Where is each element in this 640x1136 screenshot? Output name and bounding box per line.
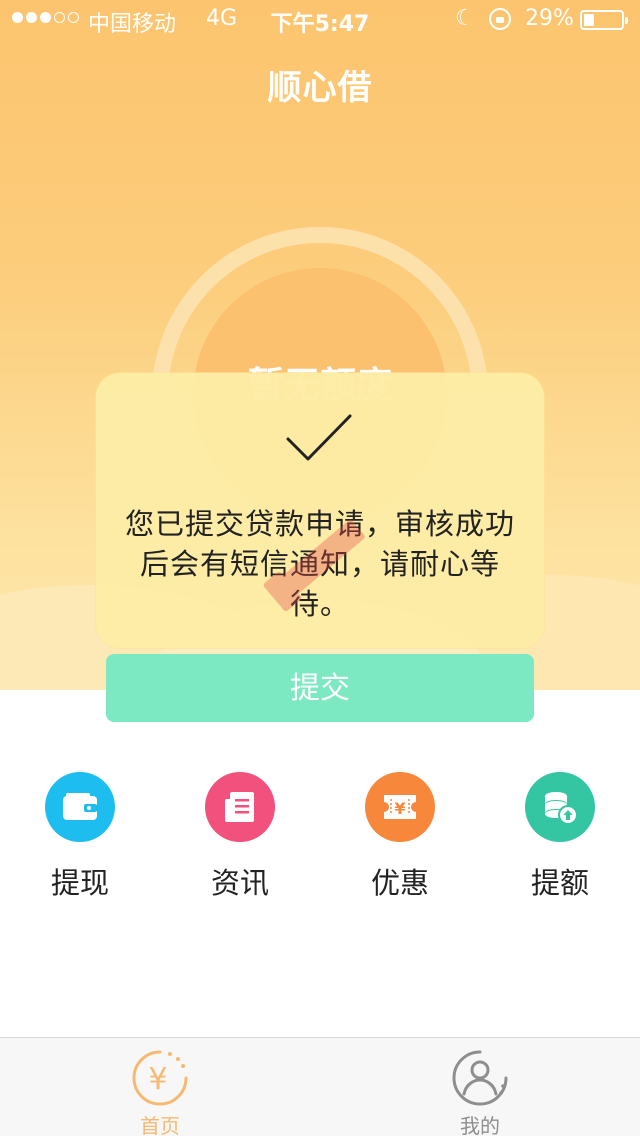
user-icon <box>452 1050 508 1106</box>
status-bar: 中国移动 4G 下午5:47 ☾ 29% <box>0 0 640 40</box>
quick-menu-item-withdraw[interactable]: 提现 <box>0 772 160 902</box>
quick-menu-item-raise-limit[interactable]: 提额 <box>480 772 640 902</box>
battery-percentage: 29% <box>525 6 574 31</box>
tab-label: 我的 <box>460 1114 500 1136</box>
wallet-icon <box>45 772 115 842</box>
checkmark-icon <box>286 414 352 461</box>
quick-menu-label: 提现 <box>50 866 109 900</box>
battery-icon <box>580 10 628 30</box>
quick-menu-label: 提额 <box>530 866 589 900</box>
svg-text:¥: ¥ <box>148 1062 167 1097</box>
rotation-lock-icon <box>489 8 511 30</box>
toast-message: 您已提交贷款申请，审核成功后会有短信通知，请耐心等待。 <box>124 507 515 621</box>
quick-menu-label: 优惠 <box>370 866 429 900</box>
coins-up-icon <box>525 772 595 842</box>
quick-menu-item-news[interactable]: 资讯 <box>160 772 320 902</box>
page-title: 顺心借 <box>267 68 373 108</box>
quick-menu: 提现 资讯 ¥ 优惠 提额 <box>0 772 640 902</box>
news-icon <box>205 772 275 842</box>
do-not-disturb-icon: ☾ <box>455 6 475 31</box>
coupon-icon: ¥ <box>365 772 435 842</box>
yuan-icon: ¥ <box>132 1050 188 1106</box>
tab-label: 首页 <box>140 1114 180 1136</box>
quick-menu-label: 资讯 <box>210 866 269 900</box>
tab-home[interactable]: ¥ 首页 <box>0 1038 320 1136</box>
svg-text:¥: ¥ <box>394 799 405 818</box>
quick-menu-item-discount[interactable]: ¥ 优惠 <box>320 772 480 902</box>
tab-profile[interactable]: 我的 <box>320 1038 640 1136</box>
app-screen: 中国移动 4G 下午5:47 ☾ 29% 顺心借 暂无额度 您已提交贷款申请，审… <box>0 0 640 1136</box>
submit-button[interactable]: 提交 <box>106 654 534 722</box>
success-toast: 您已提交贷款申请，审核成功后会有短信通知，请耐心等待。 <box>96 373 544 648</box>
tab-bar: ¥ 首页 我的 <box>0 1037 640 1136</box>
